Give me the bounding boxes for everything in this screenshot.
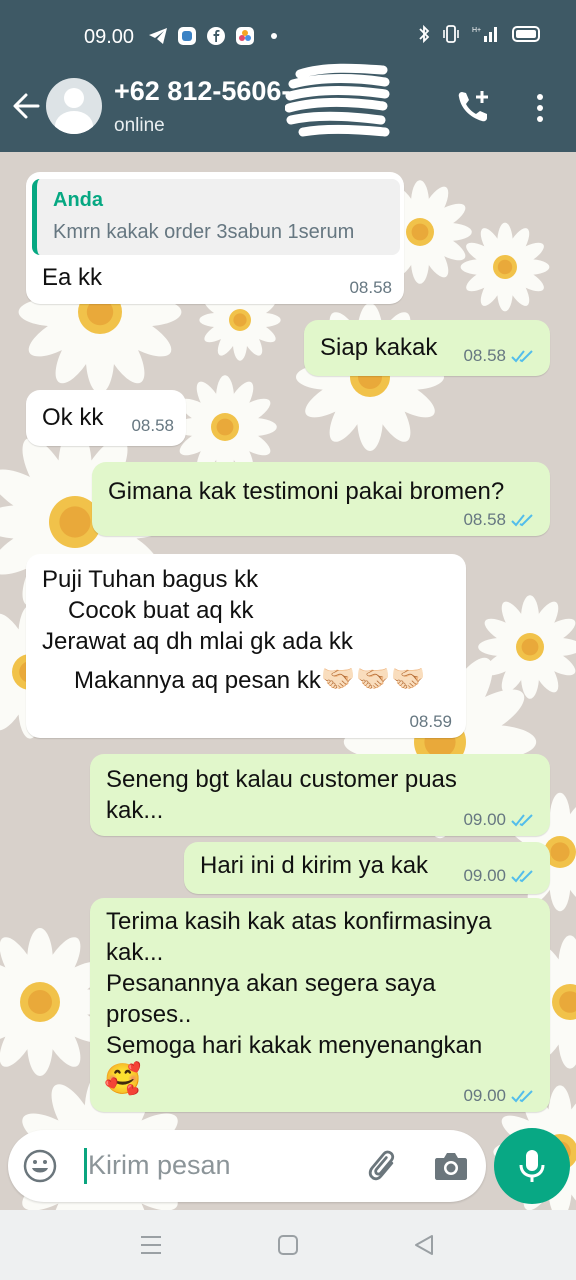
read-ticks-icon [511,514,533,527]
message-meta: 08.59 [409,712,452,732]
svg-text:H+: H+ [472,27,481,34]
facebook-icon [206,26,226,46]
message-line: Terima kasih kak atas konfirmasinya [106,908,492,935]
contact-status: online [114,115,165,136]
message-text: Gimana kak testimoni pakai bromen? [108,478,505,505]
top-bar: 09.00 H+ +62 812-5606- online [0,0,576,152]
handshake-emoji: 🤝🏻🤝🏻🤝🏻 [320,663,426,694]
chat-area[interactable]: Anda Kmrn kakak order 3sabun 1serum Ea k… [0,152,576,1210]
camera-icon[interactable] [432,1147,470,1185]
message-composer[interactable]: Kirim pesan [8,1130,486,1202]
message-line: proses.. [106,1001,192,1028]
notification-icons [148,26,284,46]
message-time: 08.58 [463,510,506,529]
message-line: Seneng bgt kalau customer puas [106,766,457,793]
message-text: Hari ini d kirim ya kak [200,852,429,879]
message-meta: 09.00 [463,810,538,830]
avatar[interactable] [46,78,102,134]
redaction-scribble [285,63,390,137]
telegram-icon [148,26,168,46]
recent-apps-icon[interactable] [141,1236,161,1254]
message-meta: 09.00 [463,1086,538,1106]
voice-message-button[interactable] [494,1128,570,1204]
message-text: Siap kakak [320,334,438,361]
home-icon[interactable] [278,1235,298,1255]
message-outgoing[interactable]: Seneng bgt kalau customer puas kak... 09… [90,754,550,836]
message-line: Semoga hari kakak menyenangkan [106,1032,483,1059]
app-icon [177,26,197,46]
text-cursor [84,1148,87,1184]
bluetooth-icon [419,24,430,44]
message-outgoing[interactable]: Hari ini d kirim ya kak 09.00 [184,842,550,894]
message-incoming[interactable]: Anda Kmrn kakak order 3sabun 1serum Ea k… [26,172,404,304]
message-text: Ok kk [42,404,104,431]
message-incoming[interactable]: Puji Tuhan bagus kk Cocok buat aq kk Jer… [26,554,466,738]
message-time: 09.00 [463,1086,506,1105]
system-navigation-bar [0,1210,576,1280]
message-outgoing[interactable]: Terima kasih kak atas konfirmasinya kak.… [90,898,550,1112]
signal-icon: H+ [472,27,497,42]
nav-back-icon[interactable] [413,1234,435,1256]
quoted-message[interactable]: Anda Kmrn kakak order 3sabun 1serum [32,179,400,255]
system-icons: H+ [418,24,540,44]
message-meta: 08.58 [463,510,538,530]
quoted-author: Anda [53,189,103,211]
quoted-text: Kmrn kakak order 3sabun 1serum [53,221,355,243]
read-ticks-icon [511,814,533,827]
vibrate-icon [443,25,459,43]
emoji-icon[interactable] [22,1148,58,1184]
message-line: kak... [106,797,164,824]
read-ticks-icon [511,870,533,883]
smiling-hearts-emoji: 🥰 [104,1063,142,1096]
message-incoming[interactable]: Ok kk 08.58 [26,390,186,446]
read-ticks-icon [511,350,533,363]
message-line: Makannya aq pesan kk🤝🏻🤝🏻🤝🏻 [74,662,425,695]
message-line: Jerawat aq dh mlai gk ada kk [42,628,353,655]
status-time: 09.00 [84,26,135,48]
message-time: 08.58 [349,278,392,297]
message-time: 08.58 [463,346,506,365]
message-text: Ea kk [42,264,103,291]
add-call-icon[interactable] [455,88,493,126]
read-ticks-icon [511,1090,533,1103]
message-time: 08.59 [409,712,452,731]
back-arrow-icon[interactable] [10,86,42,126]
message-meta: 08.58 [349,278,392,298]
battery-icon [512,26,540,42]
message-line-text: Makannya aq pesan kk [74,667,321,694]
message-meta: 09.00 [463,866,538,886]
more-notifications-icon [264,26,284,46]
message-line: Puji Tuhan bagus kk [42,566,259,593]
attach-icon[interactable] [362,1146,402,1186]
mic-icon [519,1150,545,1182]
contact-name[interactable]: +62 812-5606- [114,76,290,107]
message-line: Cocok buat aq kk [68,597,254,624]
photos-icon [235,26,255,46]
message-input[interactable]: Kirim pesan [88,1150,231,1181]
message-outgoing[interactable]: Siap kakak 08.58 [304,320,550,376]
message-meta: 08.58 [463,346,538,366]
message-line: kak... [106,939,164,966]
message-time: 08.58 [131,416,174,435]
message-time: 09.00 [463,810,506,829]
message-outgoing[interactable]: Gimana kak testimoni pakai bromen? 08.58 [92,462,550,536]
message-meta: 08.58 [131,416,174,436]
message-line: Pesanannya akan segera saya [106,970,436,997]
message-time: 09.00 [463,866,506,885]
more-options-icon[interactable] [530,90,550,126]
